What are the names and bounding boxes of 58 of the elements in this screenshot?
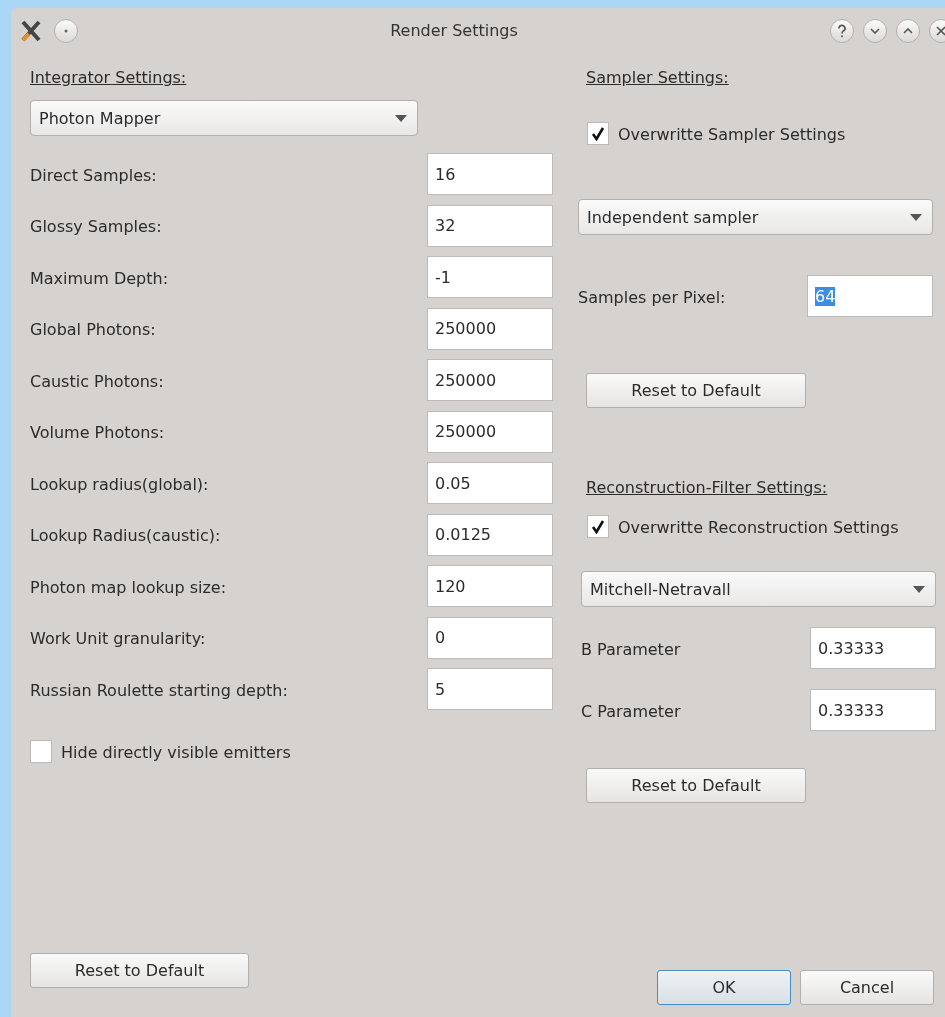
dialog-button[interactable]: Cancel <box>800 970 934 1005</box>
field-label: C Parameter <box>581 700 681 721</box>
checkbox-label: Hide directly visible emitters <box>61 742 291 762</box>
checkbox-label: Overwritte Sampler Settings <box>618 124 846 144</box>
reset-button[interactable]: Reset to Default <box>30 953 249 988</box>
input-field[interactable]: 120 <box>427 565 553 607</box>
minimize-button[interactable] <box>863 18 887 43</box>
checkbox[interactable] <box>30 740 52 763</box>
field-label: Samples per Pixel: <box>578 286 726 307</box>
sampler-dropdown[interactable]: Independent sampler <box>578 199 933 235</box>
checkbox-label: Overwritte Reconstruction Settings <box>618 517 899 537</box>
field-label: Work Unit granularity: <box>30 628 206 648</box>
field-label: Volume Photons: <box>30 422 165 442</box>
field-label: Lookup radius(global): <box>30 473 209 494</box>
help-button[interactable] <box>830 18 854 43</box>
maximize-button[interactable] <box>896 18 920 43</box>
input-field[interactable]: 5 <box>427 668 553 710</box>
checkmark-icon <box>591 519 605 534</box>
help-icon <box>836 23 848 38</box>
reset-button[interactable]: Reset to Default <box>586 373 806 408</box>
integrator-dropdown[interactable]: Photon Mapper <box>30 100 418 136</box>
input-field[interactable]: 16 <box>427 153 553 195</box>
field-label: B Parameter <box>581 638 681 659</box>
input-field[interactable]: -1 <box>427 256 553 298</box>
dot-icon <box>64 28 68 33</box>
field-label: Global Photons: <box>30 319 156 339</box>
field-label: Photon map lookup size: <box>30 576 227 597</box>
input-field[interactable]: 250000 <box>427 410 553 453</box>
input-field[interactable]: 0 <box>427 616 553 659</box>
chevron-down-icon <box>870 27 880 34</box>
filter-dropdown[interactable]: Mitchell-Netravall <box>581 571 936 607</box>
input-field[interactable]: 250000 <box>427 307 553 350</box>
dialog-button[interactable]: OK <box>657 970 791 1005</box>
field-label: Maximum Depth: <box>30 267 169 288</box>
dropdown-caret-icon <box>913 585 925 593</box>
field-label: Russian Roulette starting depth: <box>30 679 288 700</box>
input-field[interactable]: 0.33333 <box>810 627 936 669</box>
checkmark-icon <box>591 126 605 141</box>
section-heading: Reconstruction-Filter Settings: <box>586 478 828 498</box>
input-field[interactable]: 32 <box>427 204 553 247</box>
input-field[interactable]: 0.0125 <box>427 513 553 556</box>
field-label: Caustic Photons: <box>30 370 164 391</box>
field-label: Glossy Samples: <box>30 216 162 236</box>
close-icon <box>936 25 945 36</box>
section-heading: Sampler Settings: <box>586 68 729 88</box>
field-label: Lookup Radius(caustic): <box>30 525 221 545</box>
input-field[interactable]: 250000 <box>427 359 553 401</box>
window-title: Render Settings <box>389 21 519 40</box>
checkbox[interactable] <box>587 122 609 145</box>
dropdown-caret-icon <box>395 114 407 122</box>
dropdown-caret-icon <box>910 213 922 221</box>
input-field[interactable]: 0.05 <box>427 462 553 504</box>
chevron-up-icon <box>903 27 913 34</box>
input-field[interactable]: 0.33333 <box>810 689 936 731</box>
section-heading: Integrator Settings: <box>30 68 187 88</box>
field-label: Direct Samples: <box>30 164 157 185</box>
checkbox[interactable] <box>587 515 609 538</box>
reset-button[interactable]: Reset to Default <box>586 768 806 803</box>
